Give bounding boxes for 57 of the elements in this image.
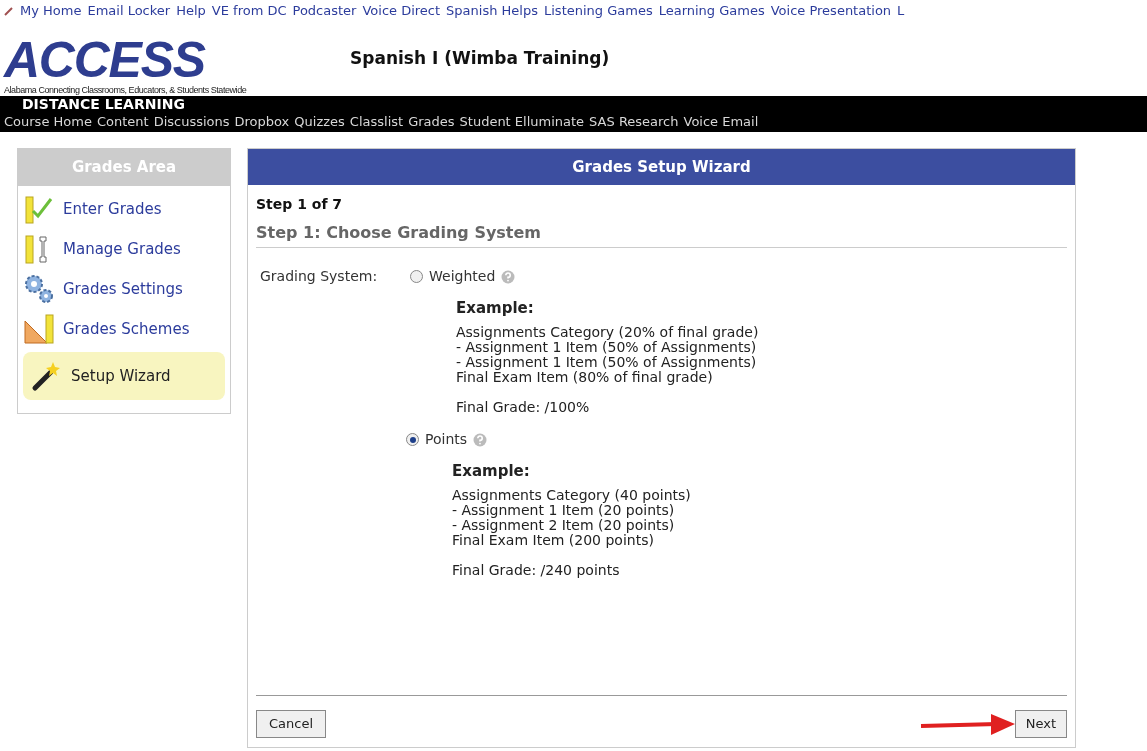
nav-link[interactable]: Course Home [4,113,92,130]
example-line: Assignments Category (40 points) [452,488,691,503]
help-icon[interactable] [473,432,488,447]
triangle-ruler-icon [23,313,55,345]
cancel-button[interactable]: Cancel [256,709,327,738]
field-label: Grading System: [260,267,379,286]
nav-link[interactable]: Quizzes [294,113,345,130]
example-title: Example: [452,464,530,479]
sidebar-item[interactable]: Manage Grades [23,232,225,266]
nav-link[interactable]: SAS Research [589,113,679,130]
top-link[interactable]: My Home [20,1,82,21]
top-link[interactable]: VE from DC [211,1,287,21]
example-title: Example: [456,301,534,316]
nav-link[interactable]: Content [96,113,149,130]
example-line: - Assignment 1 Item (50% of Assignments) [456,340,757,355]
pencil-icon [4,6,14,16]
nav-link[interactable]: Discussions [153,113,230,130]
logo: ACCESS Alabama Connecting Classrooms, Educators, & Students Statewide [2,31,248,96]
gears-icon [23,273,55,305]
ruler-check-icon [23,193,55,225]
top-link[interactable]: Learning Games [658,1,765,21]
sidebar-item[interactable]: Grades Settings [23,272,225,306]
example-line: - Assignment 1 Item (50% of Assignments) [456,355,757,370]
radio-label: Points [425,430,468,449]
course-title: Spanish I (Wimba Training) [350,47,610,71]
radio-label: Weighted [429,267,496,286]
next-button[interactable]: Next [1014,709,1067,738]
top-link[interactable]: Email Locker [87,1,171,21]
example-line: - Assignment 2 Item (20 points) [452,518,675,533]
help-icon[interactable] [501,269,516,284]
radio-button[interactable] [410,270,423,283]
example-line: Final Exam Item (200 points) [452,533,654,548]
top-link[interactable]: Voice Presentation [770,1,892,21]
wizard-title: Grades Setup Wizard [248,149,1075,185]
top-link[interactable]: Podcaster [292,1,357,21]
sidebar-item[interactable]: Grades Schemes [23,312,225,346]
step-indicator: Step 1 of 7 [256,195,343,214]
top-link[interactable]: Listening Games [544,1,653,21]
step-heading: Step 1: Choose Grading System [256,223,542,242]
logo-subtitle: DISTANCE LEARNING [21,96,185,113]
sidebar-item[interactable]: Setup Wizard [23,352,225,400]
sidebar-item[interactable]: Enter Grades [23,192,225,226]
example-line: Final Exam Item (80% of final grade) [456,370,713,385]
nav-link[interactable]: Grades [408,113,455,130]
nav-link[interactable]: Classlist [349,113,404,130]
top-link[interactable]: Spanish Helps [446,1,538,21]
final-grade: Final Grade: /240 points [452,563,620,578]
example-line: Assignments Category (20% of final grade) [456,325,759,340]
top-link[interactable]: L [897,1,905,21]
nav-link[interactable]: Student Elluminate [459,113,585,130]
radio-button[interactable] [406,433,419,446]
top-link[interactable]: Help [176,1,206,21]
nav-link[interactable]: Dropbox [234,113,290,130]
nav-link[interactable]: Voice Email [683,113,759,130]
example-line: - Assignment 1 Item (20 points) [452,503,675,518]
final-grade: Final Grade: /100% [456,400,590,415]
top-link[interactable]: Voice Direct [362,1,441,21]
